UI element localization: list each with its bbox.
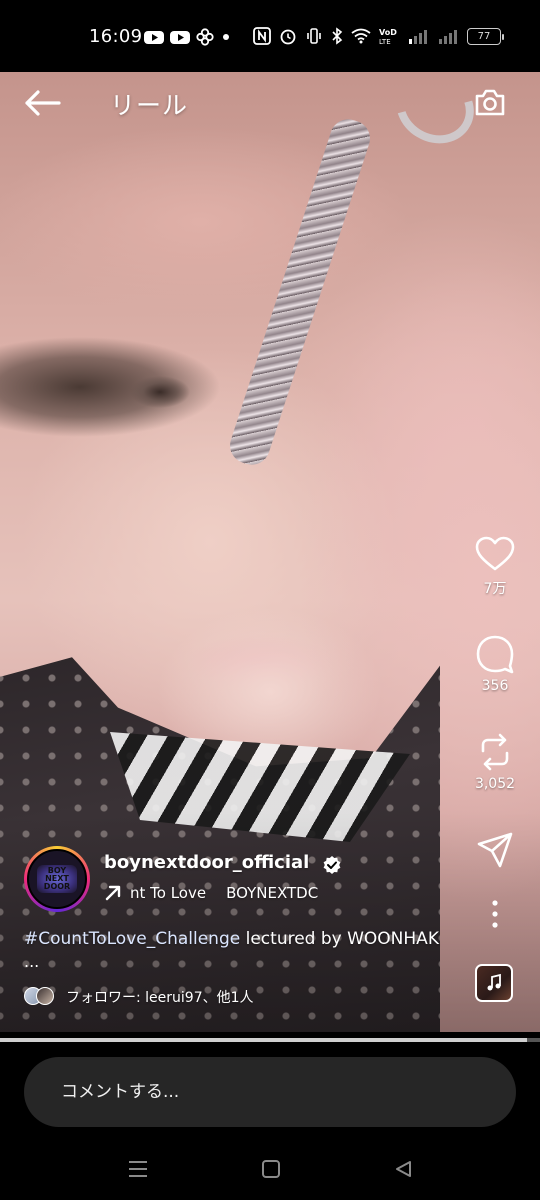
svg-text:LTE: LTE <box>379 38 391 45</box>
menu-icon <box>129 1161 147 1177</box>
status-bar: 16:09 VoD LTE 77 <box>0 0 540 72</box>
page-title: リール <box>110 91 189 120</box>
avatar[interactable]: BOY NEXT DOOR <box>24 846 90 912</box>
reels-header: リール <box>0 72 540 136</box>
comment-area <box>0 1042 540 1142</box>
alarm-icon <box>279 27 297 45</box>
more-action <box>468 892 522 936</box>
caption-hashtag[interactable]: #CountToLove_Challenge <box>24 929 240 949</box>
audio-row[interactable]: nt To Love BOYNEXTDC <box>104 882 354 904</box>
system-nav-bar <box>0 1142 540 1200</box>
author-row: BOY NEXT DOOR boynextdoor_official nt To… <box>24 846 464 914</box>
square-icon <box>262 1160 280 1178</box>
svg-text:VoD: VoD <box>379 28 397 37</box>
arrow-left-icon <box>25 90 61 116</box>
battery-indicator: 77 <box>467 28 504 45</box>
music-note-icon <box>487 973 501 991</box>
comment-input[interactable] <box>61 1057 481 1127</box>
battery-level: 77 <box>477 31 491 42</box>
bluetooth-icon <box>331 27 343 45</box>
comment-button[interactable] <box>468 632 522 676</box>
heart-icon <box>475 536 515 571</box>
volte-icon: VoD LTE <box>379 27 401 45</box>
verified-badge-icon <box>323 856 341 874</box>
caption-text: lectured by WOONHAK <box>240 929 439 949</box>
video-eye <box>105 372 215 410</box>
system-icons: VoD LTE <box>253 27 461 45</box>
camera-button[interactable] <box>472 84 508 120</box>
nfc-icon <box>253 27 271 45</box>
caption-more[interactable]: ... <box>24 952 39 971</box>
avatar-image: BOY NEXT DOOR <box>27 849 87 909</box>
followed-by-row[interactable]: フォロワー: leerui97、他1人 <box>24 986 254 1008</box>
comment-bubble-icon <box>476 635 514 674</box>
followers-text: フォロワー: leerui97、他1人 <box>66 990 254 1006</box>
back-nav-button[interactable] <box>384 1154 424 1184</box>
comment-action: 356 <box>468 632 522 694</box>
username-link[interactable]: boynextdoor_official <box>104 852 309 873</box>
back-button[interactable] <box>22 86 62 120</box>
wifi-icon <box>351 28 371 44</box>
repost-action: 3,052 <box>468 730 522 792</box>
caption[interactable]: #CountToLove_Challenge lectured by WOONH… <box>24 928 469 950</box>
youtube-icon <box>144 30 164 45</box>
avatar-logo: BOY NEXT DOOR <box>37 865 77 893</box>
notification-icons <box>144 28 232 46</box>
comment-box[interactable] <box>24 1057 516 1127</box>
audio-thumbnail[interactable] <box>475 964 513 1002</box>
audio-title: nt To Love <box>130 884 207 902</box>
triangle-back-icon <box>396 1161 411 1177</box>
pinwheel-icon <box>196 28 214 46</box>
share-button[interactable] <box>468 828 522 872</box>
more-button[interactable] <box>468 892 522 936</box>
vibrate-icon <box>305 27 323 45</box>
youtube-icon <box>170 30 190 45</box>
camera-icon <box>475 89 505 116</box>
repost-count: 3,052 <box>474 776 516 792</box>
repost-button[interactable] <box>468 730 522 774</box>
share-action <box>468 828 522 872</box>
signal-icon <box>409 28 431 44</box>
avatar-logo-text: BOY NEXT DOOR <box>43 866 71 891</box>
like-action: 7万 <box>468 532 522 598</box>
paper-plane-icon <box>477 832 513 868</box>
recents-button[interactable] <box>118 1154 158 1184</box>
follower-avatars <box>24 987 56 1007</box>
more-vertical-icon <box>492 900 498 928</box>
repost-icon <box>481 733 509 771</box>
follower-avatar <box>36 987 54 1005</box>
like-count: 7万 <box>483 581 507 597</box>
signal-icon <box>439 28 461 44</box>
dot-icon <box>220 31 232 43</box>
trending-arrow-icon <box>105 885 121 901</box>
comment-count: 356 <box>481 678 509 694</box>
audio-artist: BOYNEXTDC <box>226 884 319 902</box>
like-button[interactable] <box>468 532 522 576</box>
status-time: 16:09 <box>89 26 143 47</box>
home-button[interactable] <box>251 1154 291 1184</box>
